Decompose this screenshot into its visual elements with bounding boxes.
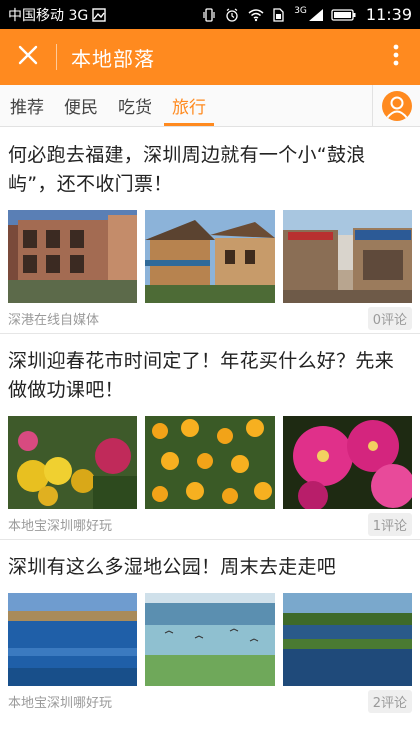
wifi-icon xyxy=(248,8,264,22)
alarm-icon xyxy=(225,8,239,22)
article-title[interactable]: 何必跑去福建，深圳周边就有一个小“鼓浪屿”，还不收门票！ xyxy=(8,128,412,199)
more-options-button[interactable] xyxy=(372,29,420,85)
status-bar: 中国移动 3G 3G 11:39 xyxy=(0,0,420,29)
article-source: 深港在线自媒体 xyxy=(8,312,100,328)
wooden-houses-photo[interactable] xyxy=(145,210,275,303)
article-images xyxy=(8,593,412,686)
app-bar-divider xyxy=(56,44,57,70)
app-bar: 本地部落 xyxy=(0,29,420,85)
wetland-lake-photo[interactable] xyxy=(282,593,412,686)
carrier-info: 中国移动 3G xyxy=(8,5,106,25)
close-icon xyxy=(18,45,38,69)
comment-count-badge[interactable]: 1评论 xyxy=(367,512,412,536)
article-meta: 本地宝深圳哪好玩 2评论 xyxy=(8,686,412,716)
vibrate-icon xyxy=(202,7,216,22)
image-icon xyxy=(92,7,106,22)
article-title[interactable]: 深圳有这么多湿地公园！周末去走走吧 xyxy=(8,540,412,582)
profile-button[interactable] xyxy=(372,85,420,126)
article-images xyxy=(8,210,412,303)
article-source: 本地宝深圳哪好玩 xyxy=(8,518,113,534)
lake-photo[interactable] xyxy=(8,593,138,686)
category-tabs: 推荐 便民 吃货 旅行 xyxy=(0,85,420,127)
article-meta: 深港在线自媒体 0评论 xyxy=(8,303,412,333)
article-source: 本地宝深圳哪好玩 xyxy=(8,695,113,711)
carrier-label: 中国移动 3G xyxy=(8,7,89,24)
article-meta: 本地宝深圳哪好玩 1评论 xyxy=(8,509,412,539)
yellow-flowers-photo[interactable] xyxy=(8,416,138,509)
status-icons: 3G 11:39 xyxy=(202,5,412,24)
village-street-photo[interactable] xyxy=(282,210,412,303)
more-vertical-icon xyxy=(393,44,399,70)
article-feed: 何必跑去福建，深圳周边就有一个小“鼓浪屿”，还不收门票！ 深港在线自媒体 0评论… xyxy=(0,128,420,716)
avatar xyxy=(381,90,412,121)
tab-food[interactable]: 吃货 xyxy=(108,85,162,126)
kumquat-tree-photo[interactable] xyxy=(145,416,275,509)
signal-icon xyxy=(308,8,323,22)
close-button[interactable] xyxy=(0,29,56,85)
user-icon xyxy=(385,96,408,119)
tab-travel[interactable]: 旅行 xyxy=(162,85,216,126)
article-card[interactable]: 深圳迎春花市时间定了！年花买什么好？先来做做功课吧！ 本地宝深圳哪好玩 1评论 xyxy=(0,334,420,540)
battery-icon xyxy=(331,8,357,22)
article-images xyxy=(8,416,412,509)
comment-count-badge[interactable]: 2评论 xyxy=(367,689,412,713)
article-title[interactable]: 深圳迎春花市时间定了！年花买什么好？先来做做功课吧！ xyxy=(8,334,412,405)
wetland-birds-photo[interactable] xyxy=(145,593,275,686)
comment-count-badge[interactable]: 0评论 xyxy=(367,306,412,330)
tab-recommend[interactable]: 推荐 xyxy=(0,85,54,126)
page-title: 本地部落 xyxy=(71,46,155,71)
old-villa-photo[interactable] xyxy=(8,210,138,303)
sim-icon xyxy=(271,7,285,22)
tab-convenience[interactable]: 便民 xyxy=(54,85,108,126)
article-card[interactable]: 深圳有这么多湿地公园！周末去走走吧 本地宝深圳哪好玩 2评论 xyxy=(0,540,420,716)
pink-flowers-photo[interactable] xyxy=(282,416,412,509)
article-card[interactable]: 何必跑去福建，深圳周边就有一个小“鼓浪屿”，还不收门票！ 深港在线自媒体 0评论 xyxy=(0,128,420,334)
clock: 11:39 xyxy=(365,5,412,24)
network-type: 3G xyxy=(294,5,307,16)
